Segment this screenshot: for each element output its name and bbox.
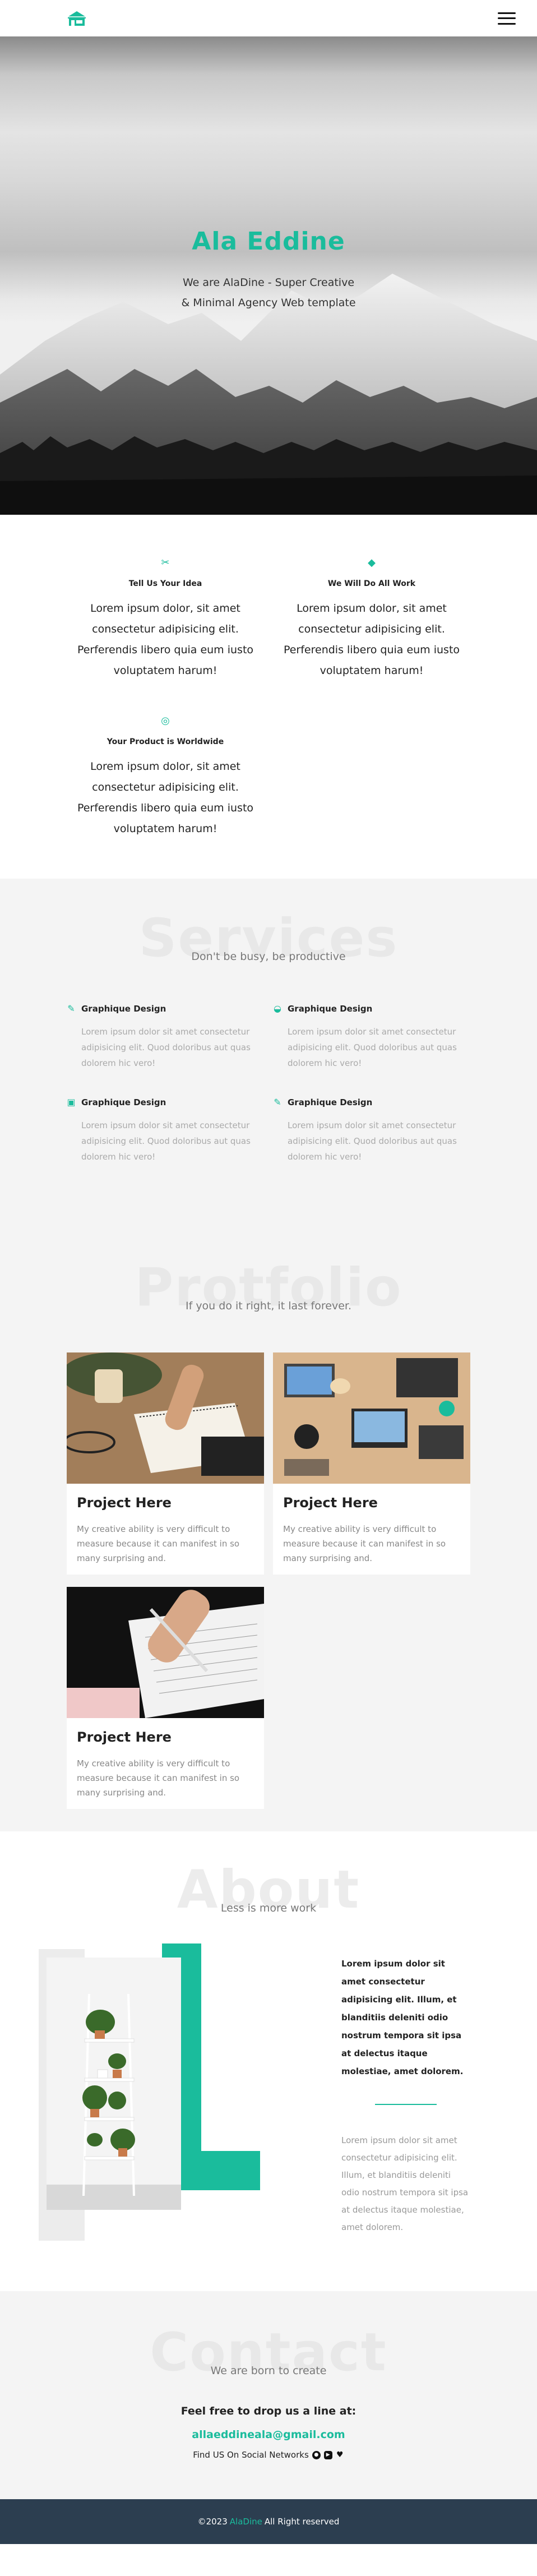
footer-brand: AlaDine xyxy=(229,2517,262,2527)
feature-text: Lorem ipsum dolor, sit amet consectetur … xyxy=(283,602,460,677)
portfolio-card[interactable]: Project Here My creative ability is very… xyxy=(67,1587,264,1809)
service-text: Lorem ipsum dolor sit amet consectetur a… xyxy=(81,1120,251,1162)
feature-item: ◎ Your Product is Worldwide Lorem ipsum … xyxy=(62,715,268,839)
diamond-icon: ◆ xyxy=(368,557,376,569)
social-row: Find US On Social Networks ● ▶ ♥ xyxy=(0,2450,537,2460)
github-icon[interactable]: ● xyxy=(312,2450,321,2459)
contact-section: Contact We are born to create Feel free … xyxy=(0,2291,537,2499)
hero-subtitle-line-1: We are AlaDine - Super Creative xyxy=(182,276,355,289)
globe-icon: ◎ xyxy=(161,715,170,727)
portfolio-card[interactable]: Project Here My creative ability is very… xyxy=(67,1352,264,1575)
footer-rights: All Right reserved xyxy=(264,2517,340,2527)
service-text: Lorem ipsum dolor sit amet consectetur a… xyxy=(288,1120,457,1162)
house-shop-icon[interactable] xyxy=(66,10,87,27)
service-item: ✎ Graphique Design Lorem ipsum dolor sit … xyxy=(273,1097,470,1165)
project-title: Project Here xyxy=(77,1495,172,1511)
service-text: Lorem ipsum dolor sit amet consectetur a… xyxy=(288,1027,457,1068)
twitter-icon[interactable]: ♥ xyxy=(336,2450,344,2459)
about-lead-text: Lorem ipsum dolor sit amet consectetur a… xyxy=(341,1959,464,2076)
image-icon: ▣ xyxy=(67,1097,76,1107)
feature-title: Your Product is Worldwide xyxy=(107,737,224,746)
divider xyxy=(375,2104,437,2105)
features-section: ✂ Tell Us Your Idea Lorem ipsum dolor, s… xyxy=(0,515,537,879)
section-subtitle: Don't be busy, be productive xyxy=(191,950,346,963)
pen-icon: ✎ xyxy=(274,1097,281,1107)
about-body-text: Lorem ipsum dolor sit amet consectetur a… xyxy=(341,2135,469,2232)
service-title: Graphique Design xyxy=(288,1003,373,1014)
contact-heading: Feel free to drop us a line at: xyxy=(180,2405,357,2417)
project-image xyxy=(273,1352,470,1484)
project-text: My creative ability is very difficult to… xyxy=(283,1524,446,1563)
portfolio-card[interactable]: Project Here My creative ability is very… xyxy=(273,1352,470,1575)
feature-text: Lorem ipsum dolor, sit amet consectetur … xyxy=(77,760,254,835)
youtube-icon[interactable]: ▶ xyxy=(323,2450,332,2459)
service-item: ◒ Graphique Design Lorem ipsum dolor sit … xyxy=(273,1003,470,1071)
project-text: My creative ability is very difficult to… xyxy=(77,1524,240,1563)
section-subtitle: We are born to create xyxy=(210,2365,327,2377)
service-title: Graphique Design xyxy=(81,1097,166,1107)
hamburger-icon[interactable] xyxy=(498,12,516,25)
project-image xyxy=(67,1352,264,1484)
feature-text: Lorem ipsum dolor, sit amet consectetur … xyxy=(77,602,254,677)
about-illustration xyxy=(39,1943,260,2241)
project-image xyxy=(67,1587,264,1718)
social-label: Find US On Social Networks xyxy=(193,2450,309,2460)
footer-copyright: ©2023 xyxy=(197,2517,228,2527)
portfolio-section: Protfolio If you do it right, it last fo… xyxy=(0,1226,537,1831)
hero-section: Ala Eddine We are AlaDine - Super Creati… xyxy=(0,36,537,515)
about-section: About Less is more work Lorem ipsum dolo… xyxy=(0,1831,537,2291)
magic-wand-icon: ✂ xyxy=(161,557,170,569)
contact-email-link[interactable]: allaeddineala@gmail.com xyxy=(0,2429,537,2441)
feature-item: ✂ Tell Us Your Idea Lorem ipsum dolor, s… xyxy=(62,557,268,681)
services-section: Services Don't be busy, be productive ✎ G… xyxy=(0,879,537,1226)
feature-title: Tell Us Your Idea xyxy=(128,579,202,588)
hero-title: Ala Eddine xyxy=(192,227,345,256)
navbar xyxy=(0,0,537,36)
project-title: Project Here xyxy=(77,1729,172,1745)
section-subtitle: Less is more work xyxy=(220,1902,317,1914)
section-subtitle: If you do it right, it last forever. xyxy=(185,1300,351,1312)
service-title: Graphique Design xyxy=(288,1097,373,1107)
pencil-icon: ✎ xyxy=(67,1003,75,1014)
service-item: ▣ Graphique Design Lorem ipsum dolor sit … xyxy=(67,1097,273,1165)
footer: ©2023 AlaDine All Right reserved xyxy=(0,2499,537,2544)
ice-cream-icon: ◒ xyxy=(274,1003,281,1014)
service-title: Graphique Design xyxy=(81,1003,166,1014)
project-text: My creative ability is very difficult to… xyxy=(77,1758,240,1798)
service-item: ✎ Graphique Design Lorem ipsum dolor sit … xyxy=(67,1003,273,1071)
feature-item: ◆ We Will Do All Work Lorem ipsum dolor,… xyxy=(268,557,475,681)
service-text: Lorem ipsum dolor sit amet consectetur a… xyxy=(81,1027,251,1068)
hero-subtitle-line-2: & Minimal Agency Web template xyxy=(181,297,356,309)
feature-title: We Will Do All Work xyxy=(327,579,416,588)
project-title: Project Here xyxy=(283,1495,378,1511)
